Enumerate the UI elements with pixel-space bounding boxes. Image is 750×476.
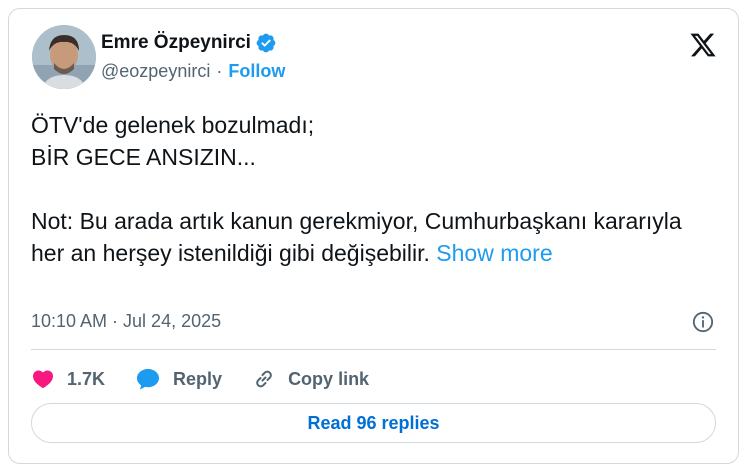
timestamp[interactable]: 10:10 AM · Jul 24, 2025 (31, 311, 221, 332)
author-handle[interactable]: @eozpeynirci (101, 61, 210, 82)
copy-link-button[interactable]: Copy link (252, 367, 369, 391)
show-more-link[interactable]: Show more (436, 240, 552, 266)
divider (31, 349, 716, 350)
handle-row: @eozpeynirci · Follow (101, 61, 285, 82)
reply-button[interactable]: Reply (135, 367, 222, 391)
verified-badge-icon (256, 33, 276, 53)
read-replies-button[interactable]: Read 96 replies (31, 403, 716, 443)
author-name-row: Emre Özpeynirci (101, 32, 277, 54)
avatar-image (32, 25, 96, 89)
tweet-text: ÖTV'de gelenek bozulmadı; BİR GECE ANSIZ… (31, 109, 711, 269)
reply-label: Reply (173, 368, 223, 389)
copy-link-label: Copy link (288, 368, 370, 389)
tweet-card: Emre Özpeynirci @eozpeynirci · Follow ÖT… (8, 8, 739, 464)
like-count: 1.7K (67, 368, 106, 389)
reply-bubble-icon (137, 369, 160, 390)
tweet-body: ÖTV'de gelenek bozulmadı; BİR GECE ANSIZ… (31, 112, 682, 266)
author-name[interactable]: Emre Özpeynirci (101, 32, 251, 54)
link-icon (256, 370, 272, 388)
avatar[interactable] (32, 25, 96, 89)
info-icon[interactable] (692, 311, 714, 333)
separator-dot: · (216, 61, 223, 81)
like-button[interactable]: 1.7K (31, 367, 105, 391)
heart-icon (32, 370, 54, 389)
x-logo-icon[interactable] (688, 31, 718, 59)
action-bar: 1.7K Reply Copy link (31, 363, 399, 395)
follow-button[interactable]: Follow (228, 61, 285, 82)
